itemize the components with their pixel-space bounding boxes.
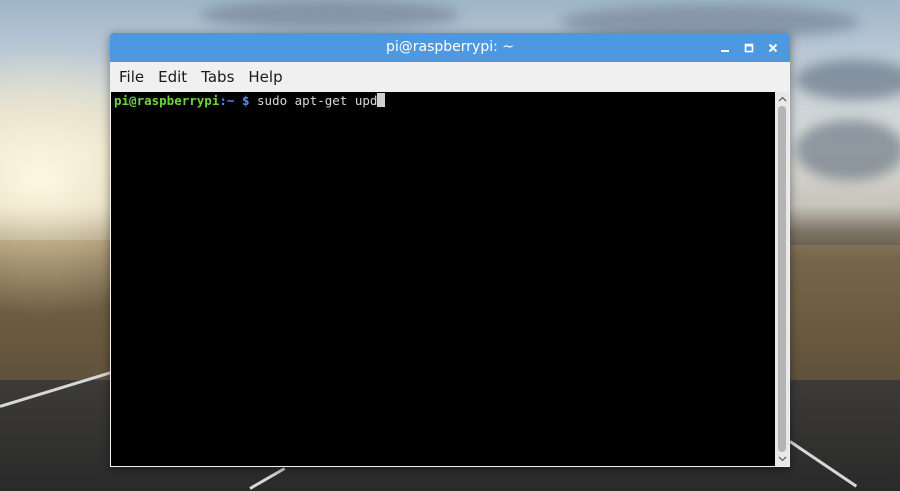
vertical-scrollbar[interactable]	[775, 92, 789, 466]
menu-tabs[interactable]: Tabs	[194, 62, 241, 92]
window-titlebar[interactable]: pi@raspberrypi: ~	[110, 33, 790, 62]
prompt-user-host: pi@raspberrypi	[114, 93, 220, 108]
close-icon	[768, 43, 778, 52]
terminal-output[interactable]: pi@raspberrypi:~ $ sudo apt-get upd	[111, 92, 775, 466]
window-title: pi@raspberrypi: ~	[385, 39, 515, 55]
scroll-down-button[interactable]	[775, 453, 789, 465]
menu-file[interactable]: File	[110, 62, 151, 92]
wallpaper-cloud	[200, 0, 460, 30]
wallpaper-field	[790, 245, 900, 385]
window-controls	[716, 33, 782, 62]
menu-edit[interactable]: Edit	[151, 62, 194, 92]
chevron-down-icon	[778, 456, 786, 462]
scroll-thumb[interactable]	[778, 106, 786, 452]
menu-help[interactable]: Help	[241, 62, 289, 92]
prompt-separator: :	[219, 93, 227, 108]
minimize-button[interactable]	[716, 39, 734, 57]
maximize-icon	[744, 43, 754, 52]
wallpaper-cloud	[795, 60, 900, 100]
close-button[interactable]	[764, 39, 782, 57]
text-cursor	[377, 93, 386, 107]
wallpaper-field	[0, 240, 110, 380]
terminal-window: pi@raspberrypi: ~ File Edit Tabs Help pi…	[110, 33, 790, 467]
chevron-up-icon	[778, 96, 786, 102]
minimize-icon	[721, 49, 729, 52]
prompt-symbol: $	[241, 93, 250, 108]
wallpaper-cloud	[795, 120, 900, 180]
maximize-button[interactable]	[740, 39, 758, 57]
scroll-up-button[interactable]	[775, 93, 789, 105]
command-input: sudo apt-get upd	[257, 93, 378, 108]
prompt-path: ~	[226, 93, 235, 108]
menu-bar: File Edit Tabs Help	[110, 62, 790, 92]
